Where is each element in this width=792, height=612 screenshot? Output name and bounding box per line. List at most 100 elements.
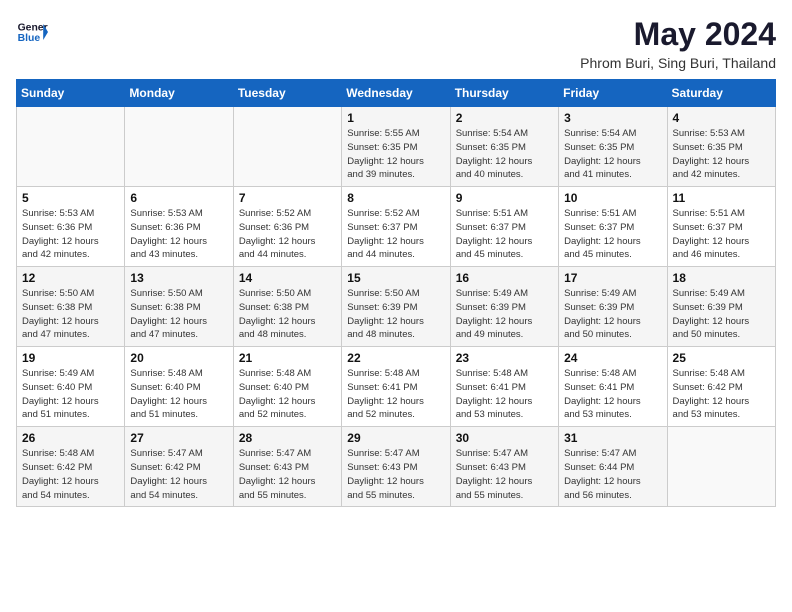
calendar-body: 1Sunrise: 5:55 AM Sunset: 6:35 PM Daylig… [17,107,776,507]
day-info: Sunrise: 5:52 AM Sunset: 6:36 PM Dayligh… [239,207,336,262]
day-number: 24 [564,351,661,365]
day-number: 6 [130,191,227,205]
calendar-cell: 11 Sunrise: 5:51 AM Sunset: 6:37 PM Dayli… [667,187,775,267]
day-info: Sunrise: 5:50 AM Sunset: 6:38 PM Dayligh… [130,287,227,342]
calendar-cell: 28 Sunrise: 5:47 AM Sunset: 6:43 PM Dayli… [233,427,341,507]
day-info: Sunrise: 5:53 AM Sunset: 6:36 PM Dayligh… [130,207,227,262]
calendar-cell: 9Sunrise: 5:51 AM Sunset: 6:37 PM Daylig… [450,187,558,267]
calendar-cell: 1Sunrise: 5:55 AM Sunset: 6:35 PM Daylig… [342,107,450,187]
calendar-cell: 24 Sunrise: 5:48 AM Sunset: 6:41 PM Dayli… [559,347,667,427]
day-info: Sunrise: 5:51 AM Sunset: 6:37 PM Dayligh… [456,207,553,262]
main-title: May 2024 [580,16,776,53]
calendar-cell: 19 Sunrise: 5:49 AM Sunset: 6:40 PM Dayli… [17,347,125,427]
calendar-cell [667,427,775,507]
day-info: Sunrise: 5:48 AM Sunset: 6:42 PM Dayligh… [22,447,119,502]
weekday-thursday: Thursday [450,80,558,107]
calendar-cell [125,107,233,187]
weekday-wednesday: Wednesday [342,80,450,107]
day-number: 7 [239,191,336,205]
weekday-sunday: Sunday [17,80,125,107]
day-number: 15 [347,271,444,285]
calendar-cell: 10Sunrise: 5:51 AM Sunset: 6:37 PM Dayli… [559,187,667,267]
day-info: Sunrise: 5:47 AM Sunset: 6:43 PM Dayligh… [239,447,336,502]
calendar-cell: 31Sunrise: 5:47 AM Sunset: 6:44 PM Dayli… [559,427,667,507]
day-number: 31 [564,431,661,445]
weekday-header-row: SundayMondayTuesdayWednesdayThursdayFrid… [17,80,776,107]
day-number: 26 [22,431,119,445]
day-number: 28 [239,431,336,445]
day-info: Sunrise: 5:49 AM Sunset: 6:39 PM Dayligh… [456,287,553,342]
day-info: Sunrise: 5:50 AM Sunset: 6:38 PM Dayligh… [239,287,336,342]
day-number: 14 [239,271,336,285]
day-info: Sunrise: 5:53 AM Sunset: 6:35 PM Dayligh… [673,127,770,182]
day-info: Sunrise: 5:47 AM Sunset: 6:42 PM Dayligh… [130,447,227,502]
calendar-cell: 15 Sunrise: 5:50 AM Sunset: 6:39 PM Dayli… [342,267,450,347]
calendar-cell: 17Sunrise: 5:49 AM Sunset: 6:39 PM Dayli… [559,267,667,347]
day-info: Sunrise: 5:47 AM Sunset: 6:43 PM Dayligh… [347,447,444,502]
day-number: 22 [347,351,444,365]
logo: General Blue [16,16,48,48]
page-header: General Blue May 2024 Phrom Buri, Sing B… [16,16,776,71]
day-number: 19 [22,351,119,365]
day-info: Sunrise: 5:49 AM Sunset: 6:40 PM Dayligh… [22,367,119,422]
calendar-header: SundayMondayTuesdayWednesdayThursdayFrid… [17,80,776,107]
day-number: 2 [456,111,553,125]
subtitle: Phrom Buri, Sing Buri, Thailand [580,55,776,71]
weekday-monday: Monday [125,80,233,107]
day-info: Sunrise: 5:48 AM Sunset: 6:41 PM Dayligh… [347,367,444,422]
calendar-cell: 4 Sunrise: 5:53 AM Sunset: 6:35 PM Daylig… [667,107,775,187]
day-info: Sunrise: 5:47 AM Sunset: 6:43 PM Dayligh… [456,447,553,502]
calendar-cell: 20Sunrise: 5:48 AM Sunset: 6:40 PM Dayli… [125,347,233,427]
day-info: Sunrise: 5:48 AM Sunset: 6:42 PM Dayligh… [673,367,770,422]
day-number: 12 [22,271,119,285]
day-number: 16 [456,271,553,285]
day-number: 30 [456,431,553,445]
week-row-5: 26 Sunrise: 5:48 AM Sunset: 6:42 PM Dayli… [17,427,776,507]
day-info: Sunrise: 5:54 AM Sunset: 6:35 PM Dayligh… [564,127,661,182]
day-number: 23 [456,351,553,365]
day-number: 3 [564,111,661,125]
day-number: 8 [347,191,444,205]
day-info: Sunrise: 5:52 AM Sunset: 6:37 PM Dayligh… [347,207,444,262]
day-number: 10 [564,191,661,205]
title-block: May 2024 Phrom Buri, Sing Buri, Thailand [580,16,776,71]
day-info: Sunrise: 5:51 AM Sunset: 6:37 PM Dayligh… [673,207,770,262]
day-number: 17 [564,271,661,285]
day-info: Sunrise: 5:50 AM Sunset: 6:38 PM Dayligh… [22,287,119,342]
day-info: Sunrise: 5:54 AM Sunset: 6:35 PM Dayligh… [456,127,553,182]
day-number: 1 [347,111,444,125]
calendar-table: SundayMondayTuesdayWednesdayThursdayFrid… [16,79,776,507]
calendar-cell: 3 Sunrise: 5:54 AM Sunset: 6:35 PM Daylig… [559,107,667,187]
calendar-cell: 30 Sunrise: 5:47 AM Sunset: 6:43 PM Dayli… [450,427,558,507]
week-row-3: 12 Sunrise: 5:50 AM Sunset: 6:38 PM Dayli… [17,267,776,347]
week-row-1: 1Sunrise: 5:55 AM Sunset: 6:35 PM Daylig… [17,107,776,187]
calendar-cell: 27Sunrise: 5:47 AM Sunset: 6:42 PM Dayli… [125,427,233,507]
calendar-cell: 21 Sunrise: 5:48 AM Sunset: 6:40 PM Dayli… [233,347,341,427]
day-info: Sunrise: 5:48 AM Sunset: 6:41 PM Dayligh… [564,367,661,422]
calendar-cell: 25Sunrise: 5:48 AM Sunset: 6:42 PM Dayli… [667,347,775,427]
day-info: Sunrise: 5:50 AM Sunset: 6:39 PM Dayligh… [347,287,444,342]
day-number: 21 [239,351,336,365]
weekday-saturday: Saturday [667,80,775,107]
calendar-cell: 8 Sunrise: 5:52 AM Sunset: 6:37 PM Daylig… [342,187,450,267]
calendar-cell [17,107,125,187]
week-row-4: 19 Sunrise: 5:49 AM Sunset: 6:40 PM Dayli… [17,347,776,427]
calendar-cell: 7 Sunrise: 5:52 AM Sunset: 6:36 PM Daylig… [233,187,341,267]
calendar-cell: 18Sunrise: 5:49 AM Sunset: 6:39 PM Dayli… [667,267,775,347]
calendar-cell: 14 Sunrise: 5:50 AM Sunset: 6:38 PM Dayli… [233,267,341,347]
calendar-cell: 29 Sunrise: 5:47 AM Sunset: 6:43 PM Dayli… [342,427,450,507]
calendar-cell: 13Sunrise: 5:50 AM Sunset: 6:38 PM Dayli… [125,267,233,347]
day-number: 20 [130,351,227,365]
calendar-cell: 16 Sunrise: 5:49 AM Sunset: 6:39 PM Dayli… [450,267,558,347]
day-info: Sunrise: 5:48 AM Sunset: 6:41 PM Dayligh… [456,367,553,422]
logo-icon: General Blue [16,16,48,48]
calendar-cell: 22 Sunrise: 5:48 AM Sunset: 6:41 PM Dayli… [342,347,450,427]
day-number: 29 [347,431,444,445]
day-info: Sunrise: 5:48 AM Sunset: 6:40 PM Dayligh… [239,367,336,422]
day-number: 11 [673,191,770,205]
day-number: 18 [673,271,770,285]
day-number: 4 [673,111,770,125]
week-row-2: 5 Sunrise: 5:53 AM Sunset: 6:36 PM Daylig… [17,187,776,267]
day-number: 5 [22,191,119,205]
calendar-cell: 26 Sunrise: 5:48 AM Sunset: 6:42 PM Dayli… [17,427,125,507]
